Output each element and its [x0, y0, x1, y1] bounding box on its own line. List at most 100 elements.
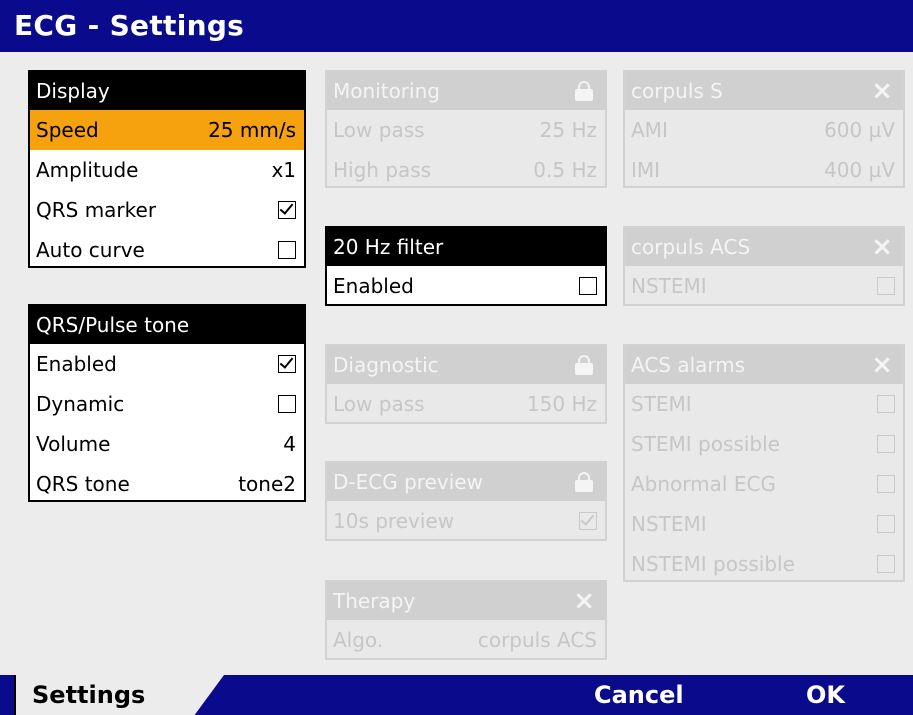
- corpuls-s-title: corpuls S: [631, 79, 723, 103]
- amplitude-row[interactable]: Amplitude x1: [30, 150, 304, 190]
- therapy-algo-label: Algo.: [333, 628, 384, 652]
- tab-settings[interactable]: Settings: [14, 675, 224, 715]
- monitoring-low-pass-row: Low pass 25 Hz: [327, 110, 605, 150]
- filter20-enabled-checkbox[interactable]: [579, 277, 597, 295]
- lock-icon: [575, 355, 593, 375]
- acs-alarm-label: Abnormal ECG: [631, 472, 776, 496]
- tab-settings-label: Settings: [32, 681, 146, 709]
- speed-label: Speed: [36, 118, 99, 142]
- acs-alarm-row: NSTEMI possible: [625, 544, 903, 584]
- filter20-enabled-row[interactable]: Enabled: [327, 266, 605, 306]
- close-icon: ×: [871, 350, 893, 380]
- monitoring-title: Monitoring: [333, 79, 440, 103]
- acs-alarms-panel: ACS alarms × STEMI STEMI possible Abnorm…: [623, 344, 905, 582]
- corpuls-acs-header: corpuls ACS ×: [625, 228, 903, 266]
- monitoring-panel: Monitoring Low pass 25 Hz High pass 0.5 …: [325, 70, 607, 188]
- lock-icon: [575, 81, 593, 101]
- volume-label: Volume: [36, 432, 111, 456]
- decg-preview-row: 10s preview: [327, 501, 605, 541]
- therapy-algo-row: Algo. corpuls ACS: [327, 620, 605, 660]
- ami-value: 600 µV: [824, 118, 895, 142]
- diagnostic-low-pass-label: Low pass: [333, 392, 425, 416]
- acs-alarm-label: NSTEMI: [631, 512, 707, 536]
- pulse-tone-panel: QRS/Pulse tone Enabled Dynamic Volume 4 …: [28, 304, 306, 502]
- acs-alarm-checkbox: [877, 555, 895, 573]
- amplitude-value: x1: [271, 158, 296, 182]
- display-panel: Display Speed 25 mm/s Amplitude x1 QRS m…: [28, 70, 306, 268]
- qrs-marker-checkbox[interactable]: [278, 201, 296, 219]
- decg-preview-header: D-ECG preview: [327, 463, 605, 501]
- qrs-tone-label: QRS tone: [36, 472, 130, 496]
- ami-row: AMI 600 µV: [625, 110, 903, 150]
- dynamic-checkbox[interactable]: [278, 395, 296, 413]
- volume-row[interactable]: Volume 4: [30, 424, 304, 464]
- acs-alarm-row: STEMI possible: [625, 424, 903, 464]
- filter20-enabled-label: Enabled: [333, 274, 414, 298]
- monitoring-high-pass-row: High pass 0.5 Hz: [327, 150, 605, 190]
- acs-alarm-checkbox: [877, 475, 895, 493]
- pulse-enabled-label: Enabled: [36, 352, 117, 376]
- corpuls-s-panel: corpuls S × AMI 600 µV IMI 400 µV: [623, 70, 905, 188]
- amplitude-label: Amplitude: [36, 158, 139, 182]
- lock-icon: [575, 472, 593, 492]
- corpuls-acs-nstemi-row: NSTEMI: [625, 266, 903, 306]
- corpuls-s-header: corpuls S ×: [625, 72, 903, 110]
- acs-alarm-label: STEMI: [631, 392, 692, 416]
- acs-alarm-label: NSTEMI possible: [631, 552, 795, 576]
- qrs-marker-label: QRS marker: [36, 198, 157, 222]
- speed-value: 25 mm/s: [208, 118, 296, 142]
- auto-curve-label: Auto curve: [36, 238, 145, 262]
- pulse-enabled-row[interactable]: Enabled: [30, 344, 304, 384]
- dynamic-row[interactable]: Dynamic: [30, 384, 304, 424]
- filter20-header: 20 Hz filter: [327, 228, 605, 266]
- dynamic-label: Dynamic: [36, 392, 125, 416]
- close-icon: ×: [871, 76, 893, 106]
- auto-curve-checkbox[interactable]: [278, 241, 296, 259]
- ok-button[interactable]: OK: [806, 681, 845, 709]
- acs-alarm-checkbox: [877, 515, 895, 533]
- pulse-enabled-checkbox[interactable]: [278, 355, 296, 373]
- title-bar: ECG - Settings: [0, 0, 913, 52]
- corpuls-acs-nstemi-checkbox: [877, 277, 895, 295]
- imi-row: IMI 400 µV: [625, 150, 903, 190]
- filter20-panel: 20 Hz filter Enabled: [325, 226, 607, 306]
- decg-preview-panel: D-ECG preview 10s preview: [325, 461, 607, 541]
- cancel-button[interactable]: Cancel: [594, 681, 684, 709]
- monitoring-high-pass-value: 0.5 Hz: [533, 158, 597, 182]
- therapy-panel: Therapy × Algo. corpuls ACS: [325, 580, 607, 660]
- qrs-marker-row[interactable]: QRS marker: [30, 190, 304, 230]
- acs-alarm-checkbox: [877, 435, 895, 453]
- diagnostic-low-pass-row: Low pass 150 Hz: [327, 384, 605, 424]
- diagnostic-low-pass-value: 150 Hz: [526, 392, 597, 416]
- monitoring-header: Monitoring: [327, 72, 605, 110]
- monitoring-low-pass-label: Low pass: [333, 118, 425, 142]
- qrs-tone-row[interactable]: QRS tone tone2: [30, 464, 304, 504]
- decg-preview-checkbox: [579, 512, 597, 530]
- diagnostic-title: Diagnostic: [333, 353, 439, 377]
- volume-value: 4: [283, 432, 296, 456]
- acs-alarm-checkbox: [877, 395, 895, 413]
- corpuls-acs-panel: corpuls ACS × NSTEMI: [623, 226, 905, 306]
- diagnostic-header: Diagnostic: [327, 346, 605, 384]
- imi-label: IMI: [631, 158, 661, 182]
- therapy-title: Therapy: [333, 589, 416, 613]
- monitoring-low-pass-value: 25 Hz: [539, 118, 597, 142]
- imi-value: 400 µV: [824, 158, 895, 182]
- ami-label: AMI: [631, 118, 668, 142]
- decg-preview-label: 10s preview: [333, 509, 455, 533]
- acs-alarm-label: STEMI possible: [631, 432, 780, 456]
- auto-curve-row[interactable]: Auto curve: [30, 230, 304, 270]
- qrs-tone-value: tone2: [238, 472, 296, 496]
- acs-alarm-row: STEMI: [625, 384, 903, 424]
- acs-alarms-title: ACS alarms: [631, 353, 746, 377]
- close-icon: ×: [573, 586, 595, 616]
- acs-alarm-row: Abnormal ECG: [625, 464, 903, 504]
- acs-alarms-header: ACS alarms ×: [625, 346, 903, 384]
- window-title: ECG - Settings: [14, 9, 245, 42]
- corpuls-acs-title: corpuls ACS: [631, 235, 751, 259]
- monitoring-high-pass-label: High pass: [333, 158, 432, 182]
- speed-row[interactable]: Speed 25 mm/s: [30, 110, 304, 150]
- therapy-header: Therapy ×: [327, 582, 605, 620]
- therapy-algo-value: corpuls ACS: [477, 628, 597, 652]
- decg-preview-title: D-ECG preview: [333, 470, 483, 494]
